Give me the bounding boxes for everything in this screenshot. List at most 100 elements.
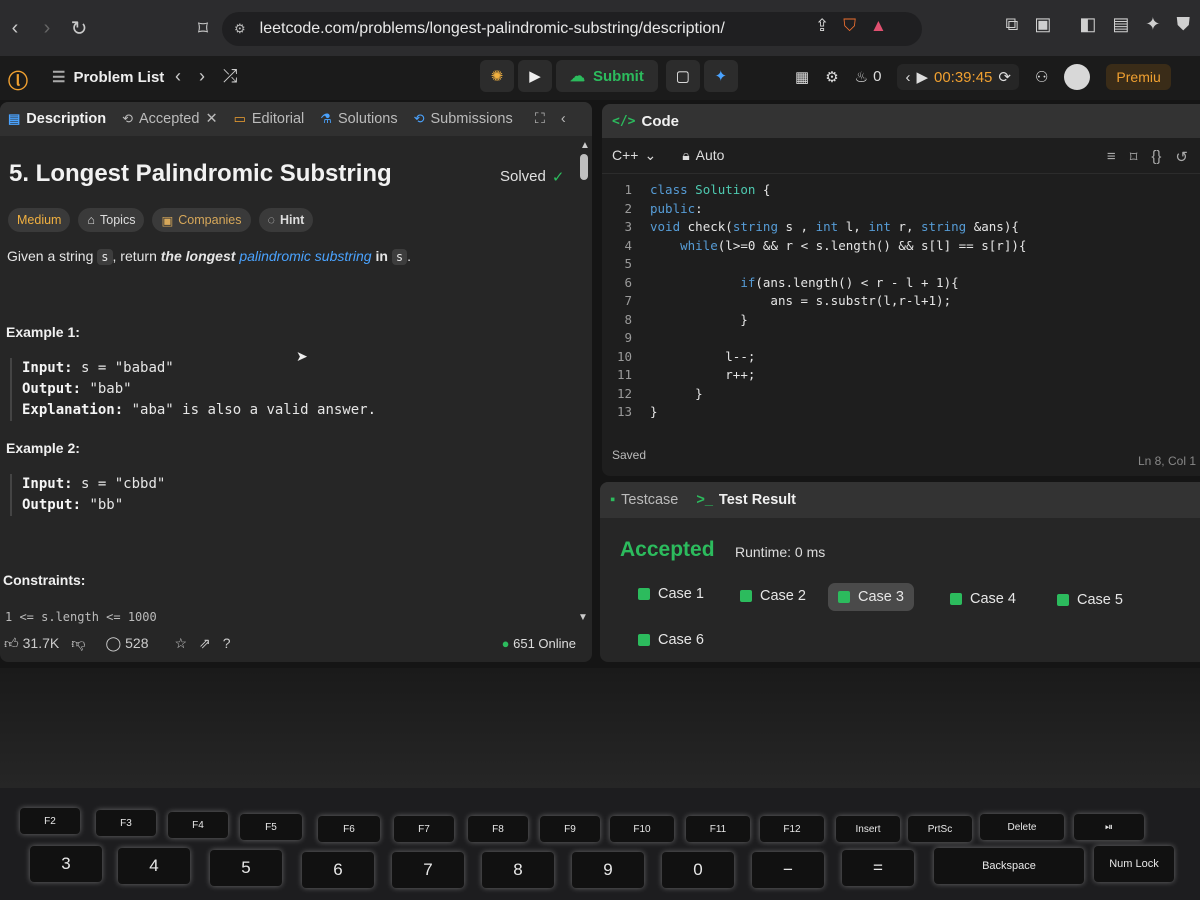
- tab-solutions[interactable]: ⚗ Solutions: [320, 111, 397, 127]
- reset-code-icon[interactable]: ↺: [1175, 148, 1188, 166]
- code-line[interactable]: 6 if(ans.length() < r - l + 1){: [602, 275, 1200, 294]
- code-line[interactable]: 10 l--;: [602, 349, 1200, 368]
- code-line[interactable]: 4 while(l>=0 && r < s.length() && s[l] =…: [602, 238, 1200, 257]
- star-icon[interactable]: ☆: [174, 635, 187, 652]
- notes-button[interactable]: ▢: [665, 60, 700, 92]
- ai-assist-button[interactable]: ✦: [703, 60, 738, 92]
- timer-collapse-icon: ‹: [905, 68, 911, 86]
- scrollbar-thumb[interactable]: [580, 154, 588, 180]
- layout-icon[interactable]: ▦: [795, 68, 809, 86]
- code-line[interactable]: 7 ans = s.substr(l,r-l+1);: [602, 293, 1200, 312]
- extensions-icon[interactable]: ⧉: [1006, 14, 1019, 35]
- reload-icon[interactable]: ↻: [64, 13, 94, 43]
- code-line[interactable]: 3 void check(string s , int l, int r, str…: [602, 219, 1200, 238]
- problem-title: 5. Longest Palindromic Substring: [9, 160, 392, 187]
- collapse-icon[interactable]: ‹: [561, 111, 566, 127]
- keyboard-key: Backspace: [934, 848, 1084, 884]
- add-user-icon[interactable]: ⚇: [1035, 68, 1048, 86]
- case-label: Case 2: [760, 588, 806, 604]
- reader-icon[interactable]: ▣: [1034, 14, 1051, 35]
- code-editor[interactable]: 1 class Solution {2 public: 3 void check(str…: [602, 182, 1200, 423]
- brave-shield-icon[interactable]: ⛉: [843, 16, 856, 36]
- autocomplete-toggle[interactable]: 🔒︎ Auto: [682, 147, 724, 164]
- share-icon[interactable]: ⇪: [815, 16, 829, 36]
- keyboard-key: 3: [30, 846, 102, 882]
- keyboard-key: −: [752, 852, 824, 888]
- scroll-up-icon[interactable]: ▲: [580, 140, 590, 151]
- case-4-button[interactable]: Case 4: [940, 585, 1026, 613]
- site-settings-icon[interactable]: ⚙: [234, 21, 246, 37]
- premium-button[interactable]: Premiu: [1106, 64, 1171, 90]
- comments-button[interactable]: ◯ 528: [105, 635, 148, 652]
- brave-rewards-icon[interactable]: ▲: [870, 16, 887, 36]
- tab-editorial[interactable]: ▭ Editorial: [234, 111, 305, 127]
- streak-counter[interactable]: ♨ 0: [855, 68, 882, 86]
- thumbs-down-icon[interactable]: 👎︎: [71, 635, 85, 652]
- maximize-icon[interactable]: ⛶: [535, 111, 545, 127]
- close-tab-icon[interactable]: ✕: [205, 111, 217, 127]
- braces-icon[interactable]: {}: [1151, 148, 1161, 166]
- palindromic-substring-link[interactable]: palindromic substring: [239, 248, 371, 264]
- back-icon[interactable]: ‹: [0, 13, 30, 43]
- sidebar-icon[interactable]: ◧: [1079, 14, 1096, 35]
- hint-tag[interactable]: ◌ Hint: [258, 208, 314, 232]
- forward-icon[interactable]: ›: [32, 13, 62, 43]
- share-link-icon[interactable]: ⇗: [199, 635, 211, 652]
- tab-submissions[interactable]: ⟲ Submissions: [414, 111, 513, 127]
- keyboard-key: =: [842, 850, 914, 886]
- code-line[interactable]: 12 }: [602, 386, 1200, 405]
- code-text: }: [650, 311, 748, 327]
- bookmark-icon[interactable]: ⌑: [188, 13, 218, 43]
- topics-tag[interactable]: ⌂ Topics: [78, 208, 145, 232]
- code-line[interactable]: 1 class Solution {: [602, 182, 1200, 201]
- example-2-block: Input: s = "cbbd" Output: "bb": [10, 474, 165, 516]
- companies-tag[interactable]: ▣ Companies: [152, 208, 251, 232]
- line-number: 9: [624, 330, 632, 345]
- language-select[interactable]: C++ ⌄: [612, 147, 656, 164]
- case-5-button[interactable]: Case 5: [1047, 586, 1133, 614]
- run-button[interactable]: ▶: [518, 60, 552, 92]
- tab-testcase[interactable]: ▪ Testcase: [610, 492, 678, 508]
- desc-text: Given a string: [7, 248, 94, 264]
- format-icon[interactable]: ≡: [1107, 148, 1116, 166]
- description-panel: ▤ Description ⟲ Accepted ✕ ▭ Editorial ⚗ Solu…: [0, 102, 592, 662]
- case-3-button[interactable]: Case 3: [828, 583, 914, 611]
- problem-list-button[interactable]: ☰ Problem List: [52, 68, 164, 87]
- help-icon[interactable]: ?: [223, 635, 231, 651]
- code-line[interactable]: 11 r++;: [602, 367, 1200, 386]
- settings-icon[interactable]: ⚙: [825, 68, 838, 86]
- companies-label: Companies: [178, 213, 242, 227]
- like-button[interactable]: 👍︎ 31.7K: [4, 635, 59, 652]
- tab-description[interactable]: ▤ Description: [8, 111, 106, 127]
- debug-button[interactable]: ✺: [480, 60, 514, 92]
- desc-text: in: [375, 248, 388, 264]
- check-icon: [638, 588, 650, 600]
- input-value: s = "cbbd": [81, 476, 166, 492]
- case-6-button[interactable]: Case 6: [628, 626, 714, 654]
- timer[interactable]: ‹ ▶ 00:39:45 ⟳: [897, 64, 1019, 90]
- check-icon: [1057, 594, 1069, 606]
- code-line[interactable]: 5: [602, 256, 1200, 275]
- wallet-icon[interactable]: ▤: [1112, 14, 1129, 35]
- code-line[interactable]: 13}: [602, 404, 1200, 423]
- code-line[interactable]: 9: [602, 330, 1200, 349]
- shuffle-icon[interactable]: ⤮: [223, 66, 237, 87]
- scroll-down-icon[interactable]: ▼: [578, 612, 588, 623]
- leetcode-logo-icon[interactable]: ⓛ: [8, 65, 30, 93]
- case-2-button[interactable]: Case 2: [730, 582, 816, 610]
- next-problem-icon[interactable]: ›: [199, 66, 205, 87]
- case-1-button[interactable]: Case 1: [628, 580, 714, 608]
- avatar[interactable]: [1064, 64, 1091, 90]
- line-number: 10: [616, 348, 632, 364]
- leo-icon[interactable]: ✦: [1145, 14, 1160, 35]
- code-line[interactable]: 8 }: [602, 312, 1200, 331]
- submit-button[interactable]: ☁ Submit: [556, 60, 658, 92]
- tab-test-result[interactable]: >_ Test Result: [696, 492, 796, 508]
- code-line[interactable]: 2 public:: [602, 201, 1200, 220]
- constraints-heading: Constraints:: [3, 572, 86, 588]
- vpn-icon[interactable]: ⛊: [1177, 14, 1191, 35]
- bookmark-code-icon[interactable]: ⌑: [1130, 148, 1138, 166]
- tab-accepted[interactable]: ⟲ Accepted ✕: [122, 111, 218, 127]
- prev-problem-icon[interactable]: ‹: [175, 66, 181, 87]
- case-label: Case 1: [658, 586, 704, 602]
